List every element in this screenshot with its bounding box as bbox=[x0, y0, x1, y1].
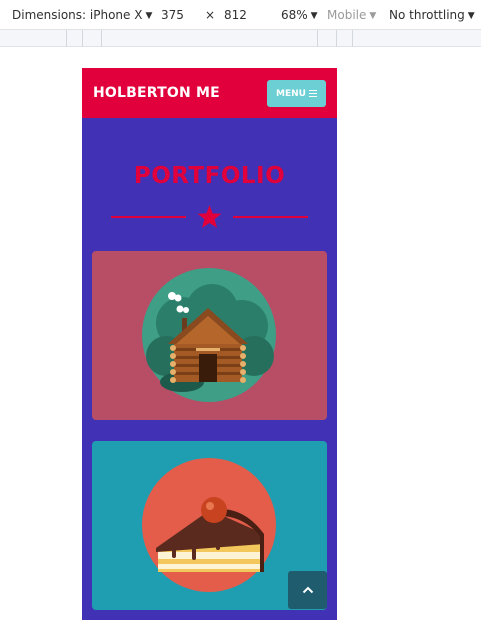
chevron-down-icon: ▼ bbox=[467, 11, 475, 21]
device-select[interactable]: Dimensions: iPhone X ▼ bbox=[12, 8, 152, 22]
width-input[interactable]: 375 bbox=[161, 8, 184, 22]
throttling-select[interactable]: No throttling ▼ bbox=[389, 8, 475, 22]
menu-button[interactable]: MENU bbox=[267, 80, 326, 107]
ruler-tick bbox=[66, 30, 67, 47]
devtools-device-toolbar: Dimensions: iPhone X ▼ 375 × 812 68% ▼ Mob… bbox=[0, 0, 481, 30]
divider-line-right bbox=[233, 216, 308, 218]
ruler-tick bbox=[317, 30, 318, 47]
portfolio-card-cabin[interactable] bbox=[92, 251, 327, 420]
divider-line-left bbox=[111, 216, 186, 218]
ruler-tick bbox=[352, 30, 353, 47]
cake-slice-icon bbox=[142, 458, 276, 592]
chevron-up-icon bbox=[302, 586, 313, 594]
zoom-value: 68% bbox=[281, 8, 308, 22]
device-select-label: Dimensions: iPhone X bbox=[12, 8, 143, 22]
height-input[interactable]: 812 bbox=[224, 8, 247, 22]
chevron-down-icon: ▼ bbox=[369, 11, 377, 21]
ruler-tick bbox=[336, 30, 337, 47]
chevron-down-icon: ▼ bbox=[145, 11, 153, 21]
chevron-down-icon: ▼ bbox=[310, 11, 318, 21]
times-symbol: × bbox=[205, 8, 216, 22]
device-viewport: HOLBERTON ME MENU PORTFOLIO bbox=[82, 68, 337, 620]
back-to-top-button[interactable] bbox=[288, 571, 327, 609]
media-query-ruler bbox=[0, 30, 481, 47]
menu-button-label: MENU bbox=[276, 88, 306, 99]
zoom-select[interactable]: 68% ▼ bbox=[281, 8, 318, 22]
throttling-value: No throttling bbox=[389, 8, 465, 22]
brand-logo[interactable]: HOLBERTON ME bbox=[93, 85, 220, 101]
ruler-tick bbox=[82, 30, 83, 47]
hamburger-icon bbox=[308, 90, 317, 97]
section-title: PORTFOLIO bbox=[133, 163, 286, 189]
device-type-select[interactable]: Mobile ▼ bbox=[327, 8, 376, 22]
device-type-value: Mobile bbox=[327, 8, 367, 22]
log-cabin-icon bbox=[142, 268, 276, 402]
ruler-tick bbox=[101, 30, 102, 47]
site-header: HOLBERTON ME MENU bbox=[82, 68, 337, 118]
star-icon bbox=[197, 205, 222, 228]
